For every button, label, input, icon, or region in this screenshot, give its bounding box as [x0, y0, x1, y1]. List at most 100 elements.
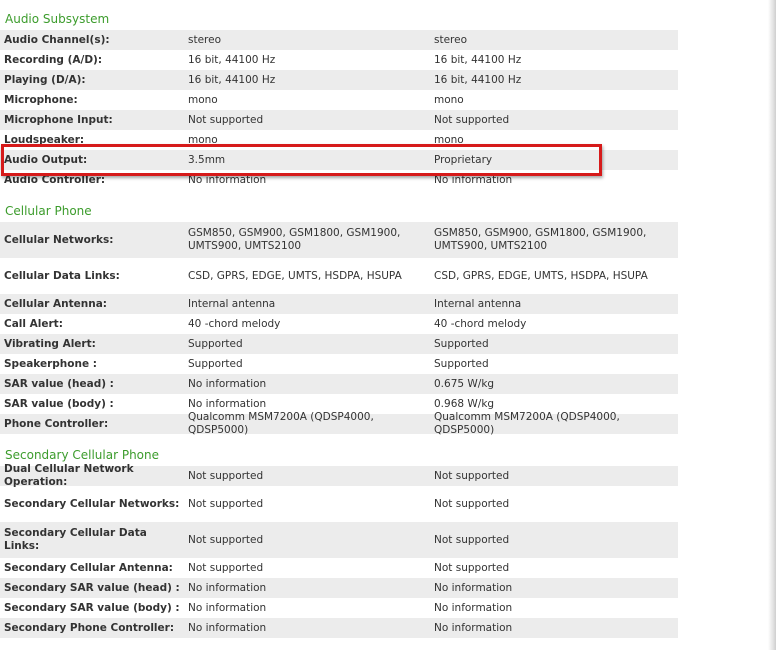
row-label: Phone Controller: [4, 417, 109, 430]
row-value-device2: Not supported [434, 533, 510, 546]
table-row: Microphone: mono mono [0, 90, 678, 110]
row-value-device2: CSD, GPRS, EDGE, UMTS, HSDPA, HSUPA [434, 269, 648, 282]
row-value-device2: stereo [434, 33, 468, 46]
row-label: Playing (D/A): [4, 73, 86, 86]
table-row: Cellular Antenna: Internal antenna Inter… [0, 294, 678, 314]
row-value-device1: stereo [188, 33, 222, 46]
row-value-device2: GSM850, GSM900, GSM1800, GSM1900, UMTS90… [434, 227, 647, 252]
row-value-device1: No information [188, 621, 267, 634]
row-label: Recording (A/D): [4, 53, 103, 66]
row-label: Dual Cellular Network Operation: [4, 463, 134, 488]
row-value-device1: Internal antenna [188, 297, 276, 310]
row-value-device1: No information [188, 581, 267, 594]
row-value-device1: Not supported [188, 533, 264, 546]
row-label: Microphone: [4, 93, 78, 106]
row-value-device1: Supported [188, 337, 243, 350]
row-value-device1: 40 -chord melody [188, 317, 281, 330]
page-edge-shadow [768, 0, 776, 650]
row-value-device1: Not supported [188, 469, 264, 482]
row-label: Cellular Networks: [4, 233, 114, 246]
row-value-device1: 3.5mm [188, 153, 226, 166]
row-value-device2: 40 -chord melody [434, 317, 527, 330]
table-row: Secondary Phone Controller: No informati… [0, 618, 678, 638]
row-value-device1: 16 bit, 44100 Hz [188, 73, 276, 86]
table-row: Call Alert: 40 -chord melody 40 -chord m… [0, 314, 678, 334]
row-value-device1: Not supported [188, 497, 264, 510]
row-label: Secondary SAR value (body) : [4, 601, 180, 614]
row-value-device2: Proprietary [434, 153, 493, 166]
row-value-device1: No information [188, 601, 267, 614]
row-label: Secondary SAR value (head) : [4, 581, 180, 594]
row-label: Secondary Cellular Antenna: [4, 561, 173, 574]
row-value-device1: No information [188, 173, 267, 186]
row-label: SAR value (body) : [4, 397, 114, 410]
table-row: Secondary Cellular Antenna: Not supporte… [0, 558, 678, 578]
row-label: Cellular Data Links: [4, 269, 120, 282]
row-label: Cellular Antenna: [4, 297, 107, 310]
row-value-device2: 16 bit, 44100 Hz [434, 73, 522, 86]
table-row: Loudspeaker: mono mono [0, 130, 678, 150]
row-value-device2: Not supported [434, 469, 510, 482]
row-label: Microphone Input: [4, 113, 113, 126]
row-value-device2: mono [434, 133, 464, 146]
row-value-device1: mono [188, 93, 218, 106]
row-label: Speakerphone : [4, 357, 97, 370]
row-label: Secondary Cellular Data Links: [4, 527, 147, 552]
table-row: Playing (D/A): 16 bit, 44100 Hz 16 bit, … [0, 70, 678, 90]
row-value-device1: Supported [188, 357, 243, 370]
row-label: Loudspeaker: [4, 133, 85, 146]
table-row: Cellular Networks: GSM850, GSM900, GSM18… [0, 222, 678, 258]
row-value-device2: No information [434, 601, 513, 614]
table-row: Secondary SAR value (body) : No informat… [0, 598, 678, 618]
table-row: Phone Controller: Qualcomm MSM7200A (QDS… [0, 411, 678, 436]
row-value-device2: Not supported [434, 561, 510, 574]
row-value-device1: Qualcomm MSM7200A (QDSP4000, QDSP5000) [188, 411, 374, 436]
row-value-device2: Supported [434, 357, 489, 370]
row-value-device2: 16 bit, 44100 Hz [434, 53, 522, 66]
row-value-device2: No information [434, 173, 513, 186]
section-title-audio: Audio Subsystem [5, 12, 110, 26]
row-label: Audio Output: [4, 153, 88, 166]
table-row-audio-output: Audio Output: 3.5mm Proprietary [0, 150, 678, 170]
row-value-device1: No information [188, 397, 267, 410]
row-value-device1: Not supported [188, 113, 264, 126]
row-label: Secondary Phone Controller: [4, 621, 175, 634]
row-value-device1: Not supported [188, 561, 264, 574]
row-value-device1: 16 bit, 44100 Hz [188, 53, 276, 66]
row-label: Audio Controller: [4, 173, 106, 186]
row-value-device1: mono [188, 133, 218, 146]
row-label: Call Alert: [4, 317, 63, 330]
row-value-device2: mono [434, 93, 464, 106]
row-value-device1: No information [188, 377, 267, 390]
table-row: Secondary SAR value (head) : No informat… [0, 578, 678, 598]
row-value-device2: No information [434, 581, 513, 594]
section-title-cellular: Cellular Phone [5, 204, 92, 218]
table-row: Speakerphone : Supported Supported [0, 354, 678, 374]
row-value-device2: Not supported [434, 113, 510, 126]
table-row: Microphone Input: Not supported Not supp… [0, 110, 678, 130]
row-value-device2: Supported [434, 337, 489, 350]
row-value-device2: Qualcomm MSM7200A (QDSP4000, QDSP5000) [434, 411, 620, 436]
row-value-device2: 0.675 W/kg [434, 377, 495, 390]
table-row: Audio Controller: No information No info… [0, 170, 678, 190]
row-label: Audio Channel(s): [4, 33, 110, 46]
row-label: SAR value (head) : [4, 377, 114, 390]
row-label: Secondary Cellular Networks: [4, 497, 180, 510]
row-value-device2: 0.968 W/kg [434, 397, 495, 410]
table-row: Secondary Cellular Networks: Not support… [0, 486, 678, 522]
table-row: SAR value (head) : No information 0.675 … [0, 374, 678, 394]
row-value-device2: No information [434, 621, 513, 634]
row-value-device2: Not supported [434, 497, 510, 510]
table-row: Recording (A/D): 16 bit, 44100 Hz 16 bit… [0, 50, 678, 70]
table-row: Dual Cellular Network Operation: Not sup… [0, 463, 678, 488]
spec-comparison-table: Audio Subsystem Audio Channel(s): stereo… [0, 8, 678, 638]
row-value-device1: CSD, GPRS, EDGE, UMTS, HSDPA, HSUPA [188, 269, 402, 282]
table-row: Secondary Cellular Data Links: Not suppo… [0, 522, 678, 558]
row-value-device1: GSM850, GSM900, GSM1800, GSM1900, UMTS90… [188, 227, 401, 252]
table-row: Audio Channel(s): stereo stereo [0, 30, 678, 50]
row-value-device2: Internal antenna [434, 297, 522, 310]
table-row: Cellular Data Links: CSD, GPRS, EDGE, UM… [0, 258, 678, 294]
row-label: Vibrating Alert: [4, 337, 96, 350]
table-row: Vibrating Alert: Supported Supported [0, 334, 678, 354]
